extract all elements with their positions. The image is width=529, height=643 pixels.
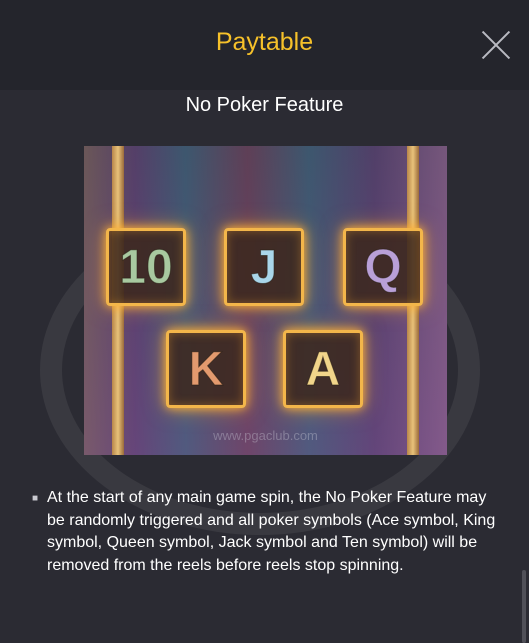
- symbol-jack-label: J: [250, 240, 278, 294]
- symbol-king: K: [166, 330, 246, 408]
- symbol-queen: Q: [343, 228, 423, 306]
- symbol-jack: J: [224, 228, 304, 306]
- symbol-queen-label: Q: [364, 240, 402, 294]
- page-title: Paytable: [215, 28, 314, 56]
- close-icon[interactable]: [480, 29, 512, 61]
- symbol-ten-label: 10: [119, 240, 173, 294]
- bullet-icon: ■: [32, 493, 39, 504]
- feature-description-text: At the start of any main game spin, the …: [47, 489, 496, 574]
- feature-description: ■ At the start of any main game spin, th…: [32, 487, 502, 577]
- symbol-ace-label: A: [305, 342, 341, 396]
- watermark-text: www.pgaclub.com: [213, 428, 318, 443]
- feature-illustration: 10 J Q K A www.pgaclub.com: [84, 146, 447, 455]
- header-bar: Paytable: [0, 0, 529, 90]
- section-heading: No Poker Feature: [185, 94, 344, 116]
- symbol-king-label: K: [188, 342, 224, 396]
- symbol-ten: 10: [106, 228, 186, 306]
- scrollbar[interactable]: [522, 570, 526, 643]
- symbol-ace: A: [283, 330, 363, 408]
